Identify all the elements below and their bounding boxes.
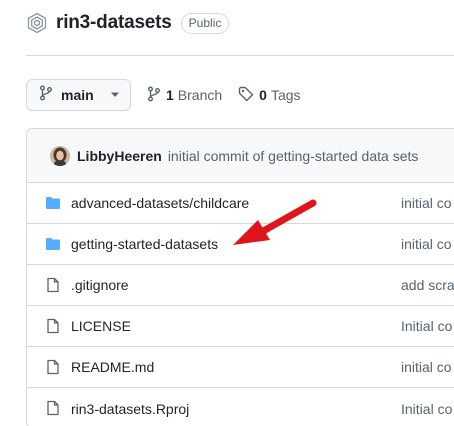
file-icon bbox=[45, 277, 61, 293]
file-commit-message[interactable]: add scra bbox=[401, 277, 454, 293]
folder-icon bbox=[45, 195, 61, 211]
tags-label: Tags bbox=[270, 87, 301, 103]
avatar[interactable] bbox=[50, 145, 70, 166]
file-commit-message[interactable]: initial co bbox=[401, 236, 452, 252]
file-name[interactable]: README.md bbox=[71, 359, 154, 375]
file-icon bbox=[45, 318, 61, 334]
visibility-badge: Public bbox=[180, 12, 230, 34]
file-name[interactable]: advanced-datasets/childcare bbox=[71, 195, 249, 211]
latest-commit-bar: LibbyHeeren initial commit of getting-st… bbox=[27, 129, 454, 183]
branch-selector-button[interactable]: main bbox=[26, 79, 131, 111]
file-name[interactable]: rin3-datasets.Rproj bbox=[71, 401, 189, 417]
repo-name[interactable]: rin3-datasets bbox=[56, 12, 172, 34]
folder-icon bbox=[45, 236, 61, 252]
file-row[interactable]: getting-started-datasets initial co bbox=[27, 224, 454, 265]
file-commit-message[interactable]: Initial co bbox=[401, 401, 452, 417]
file-commit-message[interactable]: initial co bbox=[401, 359, 452, 375]
branch-name: main bbox=[61, 87, 94, 103]
branches-count: 1 bbox=[166, 87, 174, 103]
file-row[interactable]: .gitignore add scra bbox=[27, 265, 454, 306]
git-branch-icon bbox=[147, 86, 161, 105]
file-icon bbox=[45, 359, 61, 375]
tags-link[interactable]: 0 Tags bbox=[238, 86, 301, 105]
file-commit-message[interactable]: Initial co bbox=[401, 318, 452, 334]
file-row[interactable]: rin3-datasets.Rproj Initial co bbox=[27, 388, 454, 426]
branches-link[interactable]: 1 Branch bbox=[147, 86, 222, 105]
commit-author[interactable]: LibbyHeeren bbox=[77, 148, 162, 164]
repo-toolbar: main 1 Branch 0 Tags bbox=[26, 79, 301, 111]
file-row[interactable]: LICENSE Initial co bbox=[27, 306, 454, 347]
repo-header: rin3-datasets Public bbox=[26, 10, 230, 36]
file-name[interactable]: getting-started-datasets bbox=[71, 236, 218, 252]
tags-count: 0 bbox=[259, 87, 267, 103]
file-row[interactable]: README.md initial co bbox=[27, 347, 454, 388]
file-commit-message[interactable]: initial co bbox=[401, 195, 452, 211]
tag-icon bbox=[238, 86, 254, 105]
header-divider bbox=[26, 55, 454, 56]
file-name[interactable]: .gitignore bbox=[71, 277, 129, 293]
file-icon bbox=[45, 400, 61, 416]
triangle-down-icon bbox=[110, 92, 120, 98]
file-name[interactable]: LICENSE bbox=[71, 318, 131, 334]
branches-label: Branch bbox=[177, 87, 223, 103]
repo-icon bbox=[26, 12, 48, 34]
file-list: LibbyHeeren initial commit of getting-st… bbox=[26, 128, 454, 426]
commit-message[interactable]: initial commit of getting-started data s… bbox=[168, 148, 419, 164]
file-row[interactable]: advanced-datasets/childcare initial co bbox=[27, 183, 454, 224]
git-branch-icon bbox=[39, 85, 53, 106]
